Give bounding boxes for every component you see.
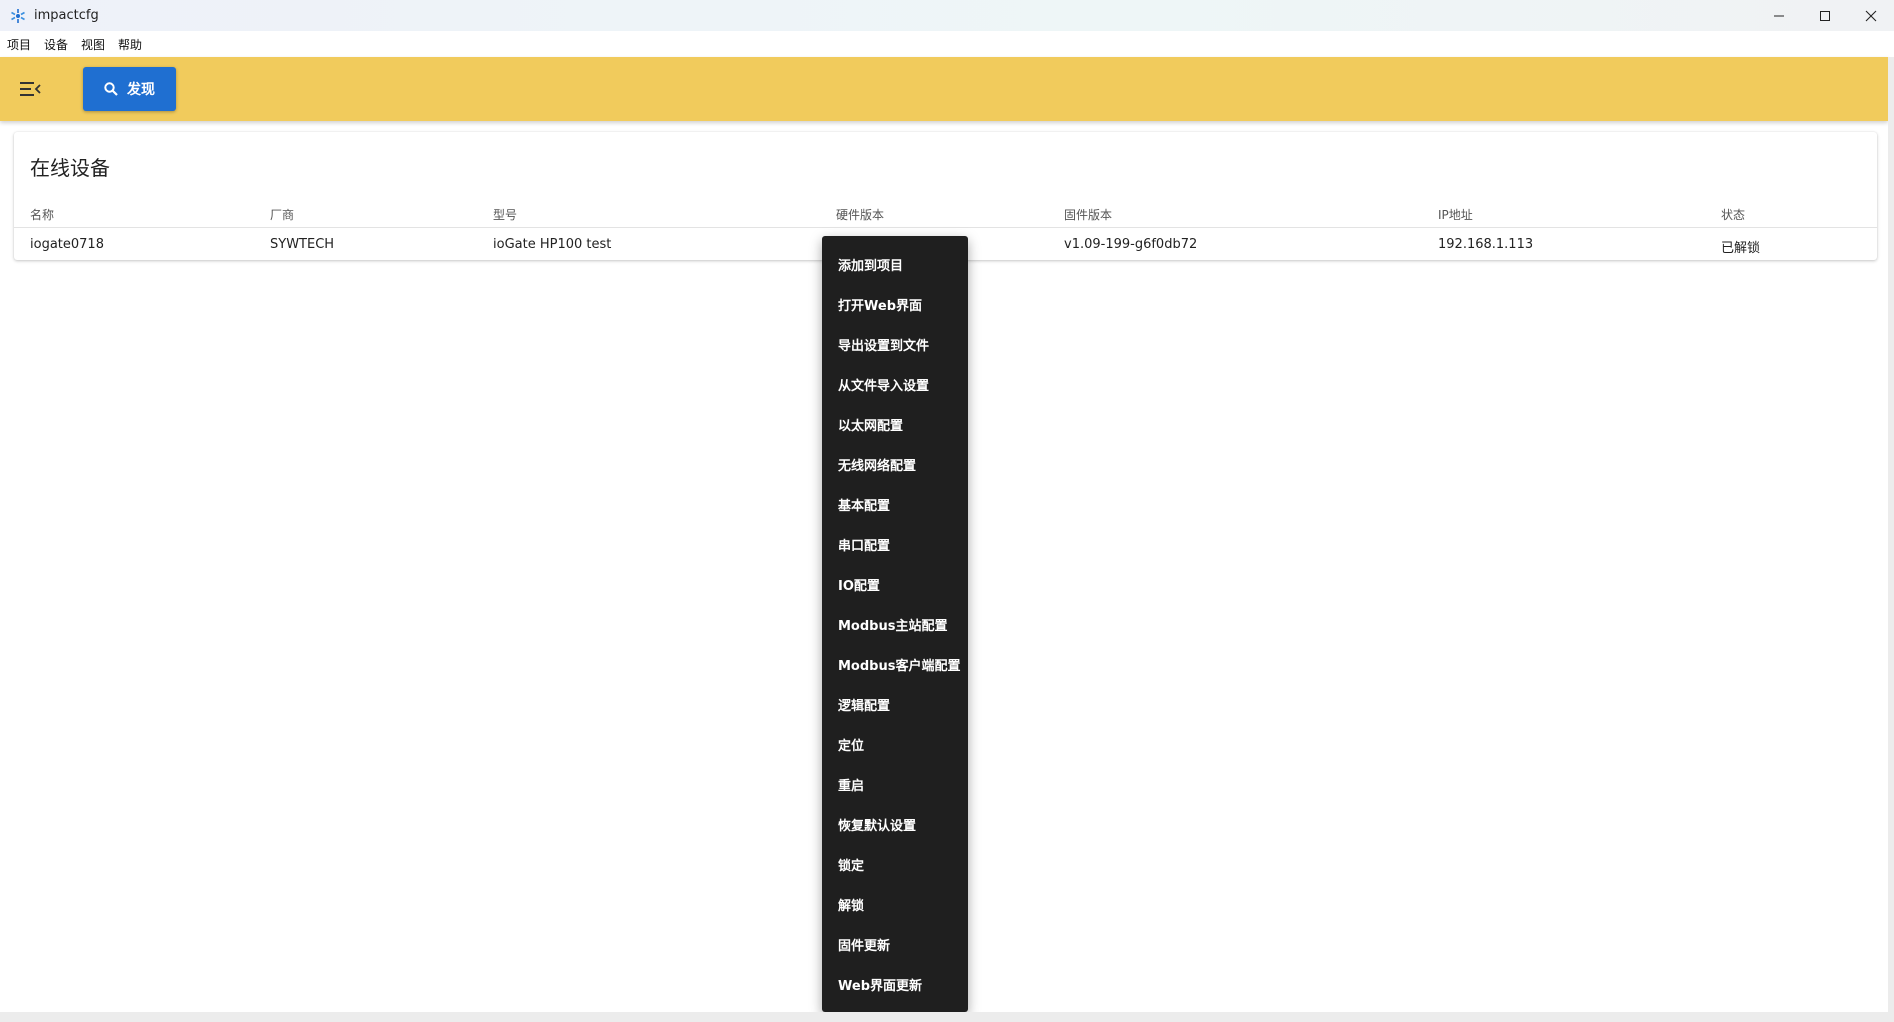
cell-vendor: SYWTECH [270, 237, 335, 252]
menu-item-unlock[interactable]: 解锁 [822, 884, 968, 924]
column-header-hardware[interactable]: 硬件版本 [836, 206, 884, 223]
menu-item-logic-config[interactable]: 逻辑配置 [822, 684, 968, 724]
hamburger-collapse-icon[interactable] [19, 80, 41, 98]
vertical-scrollbar[interactable] [1888, 57, 1894, 1012]
menu-view[interactable]: 视图 [74, 36, 111, 53]
menu-item-import-settings[interactable]: 从文件导入设置 [822, 364, 968, 404]
column-header-name[interactable]: 名称 [30, 206, 54, 223]
close-button[interactable] [1848, 0, 1894, 31]
menu-item-io-config[interactable]: IO配置 [822, 564, 968, 604]
maximize-button[interactable] [1802, 0, 1848, 31]
window-controls [1756, 0, 1894, 31]
column-header-ip[interactable]: IP地址 [1438, 206, 1473, 223]
app-window: impactcfg 项目 设备 视图 帮助 发现 在线设备 名称 厂商 型号 硬… [0, 0, 1894, 1022]
menu-item-serial-config[interactable]: 串口配置 [822, 524, 968, 564]
menu-item-add-to-project[interactable]: 添加到项目 [822, 244, 968, 284]
cell-status: 已解锁 [1721, 241, 1761, 256]
search-icon [104, 82, 118, 96]
column-header-firmware[interactable]: 固件版本 [1064, 206, 1112, 223]
window-title: impactcfg [34, 8, 99, 23]
menu-item-web-update[interactable]: Web界面更新 [822, 964, 968, 1004]
cell-name: iogate0718 [30, 237, 104, 252]
menu-device[interactable]: 设备 [37, 36, 74, 53]
cell-model: ioGate HP100 test [493, 237, 612, 252]
column-header-model[interactable]: 型号 [493, 206, 517, 223]
cell-firmware: v1.09-199-g6f0db72 [1064, 237, 1198, 252]
column-header-vendor[interactable]: 厂商 [270, 206, 294, 223]
toolbar: 发现 [0, 57, 1888, 121]
menu-item-firmware-update[interactable]: 固件更新 [822, 924, 968, 964]
device-context-menu: 添加到项目 打开Web界面 导出设置到文件 从文件导入设置 以太网配置 无线网络… [822, 236, 968, 1012]
menu-bar: 项目 设备 视图 帮助 [0, 31, 1894, 57]
app-logo-icon [11, 8, 25, 23]
menu-help[interactable]: 帮助 [111, 36, 148, 53]
title-bar: impactcfg [0, 0, 1894, 31]
menu-project[interactable]: 项目 [0, 36, 37, 53]
menu-item-factory-reset[interactable]: 恢复默认设置 [822, 804, 968, 844]
card-title: 在线设备 [30, 156, 110, 180]
minimize-icon [1774, 15, 1784, 16]
minimize-button[interactable] [1756, 0, 1802, 31]
cell-ip: 192.168.1.113 [1438, 237, 1534, 252]
discover-label: 发现 [127, 82, 155, 98]
menu-item-ethernet-config[interactable]: 以太网配置 [822, 404, 968, 444]
menu-item-locate[interactable]: 定位 [822, 724, 968, 764]
context-menu-list: 添加到项目 打开Web界面 导出设置到文件 从文件导入设置 以太网配置 无线网络… [822, 236, 968, 1004]
menu-item-export-settings[interactable]: 导出设置到文件 [822, 324, 968, 364]
menu-item-wireless-config[interactable]: 无线网络配置 [822, 444, 968, 484]
close-icon [1865, 10, 1877, 21]
column-header-status[interactable]: 状态 [1721, 206, 1745, 223]
menu-item-basic-config[interactable]: 基本配置 [822, 484, 968, 524]
horizontal-scrollbar[interactable] [0, 1012, 1894, 1022]
menu-item-lock[interactable]: 锁定 [822, 844, 968, 884]
menu-item-reboot[interactable]: 重启 [822, 764, 968, 804]
menu-item-open-web[interactable]: 打开Web界面 [822, 284, 968, 324]
menu-item-modbus-master-config[interactable]: Modbus主站配置 [822, 604, 968, 644]
menu-item-modbus-client-config[interactable]: Modbus客户端配置 [822, 644, 968, 684]
maximize-icon [1820, 10, 1830, 21]
discover-button[interactable]: 发现 [83, 67, 176, 111]
